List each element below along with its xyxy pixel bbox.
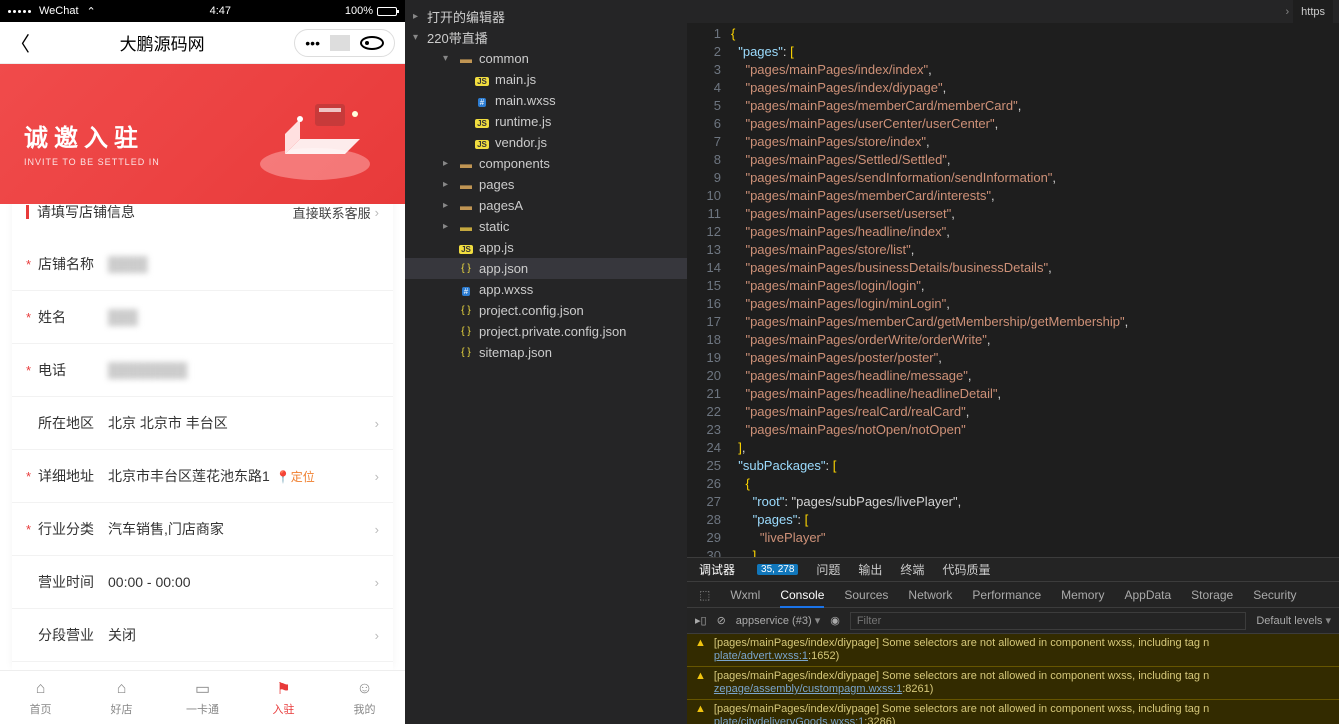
sidebar-toggle-icon[interactable]: ▸▯ (695, 614, 707, 627)
carrier-label: WeChat (39, 5, 79, 17)
hero-banner: 诚邀入驻 INVITE TO BE SETTLED IN (0, 64, 405, 204)
devtab-问题[interactable]: 问题 (816, 561, 840, 578)
devtools: 调试器 35, 278 问题 输出 终端 代码质量 ⬚ Wxml Console Source… (687, 557, 1339, 724)
file-explorer[interactable]: ▸打开的编辑器 ▾220带直播 ▾▬commonJSmain.js#main.w… (405, 0, 687, 724)
panel-tab-Sources[interactable]: Sources (844, 588, 888, 602)
tab-icon: ⚑ (274, 679, 294, 699)
tab-icon: ⌂ (112, 679, 132, 699)
panel-tab-Network[interactable]: Network (908, 588, 952, 602)
tree-section-editors[interactable]: ▸打开的编辑器 (405, 6, 687, 27)
form-row[interactable]: 营业时间00:00 - 00:00› (12, 556, 393, 609)
form-row[interactable]: 分段营业关闭› (12, 609, 393, 662)
contact-support-link[interactable]: 直接联系客服› (293, 203, 379, 222)
tree-item[interactable]: { }sitemap.json (405, 342, 687, 363)
panel-tab-AppData[interactable]: AppData (1124, 588, 1171, 602)
panel-tab-Memory[interactable]: Memory (1061, 588, 1104, 602)
form-row[interactable]: *详细地址北京市丰台区莲花池东路1📍定位› (12, 450, 393, 503)
tree-item[interactable]: ▸▬components (405, 153, 687, 174)
close-mini-icon[interactable] (350, 36, 394, 50)
inspect-icon[interactable]: ⬚ (699, 588, 710, 602)
form-row: *店铺名称████ (12, 238, 393, 291)
devtools-primary-tabs: 调试器 35, 278 问题 输出 终端 代码质量 (687, 558, 1339, 582)
hero-illustration (245, 84, 385, 184)
tree-item[interactable]: ▾▬common (405, 48, 687, 69)
capsule-buttons: ••• (294, 29, 395, 57)
tab-首页[interactable]: ⌂首页 (0, 671, 81, 724)
tree-item[interactable]: JSmain.js (405, 69, 687, 90)
form-row[interactable]: 所在地区北京 北京市 丰台区› (12, 397, 393, 450)
tab-icon: ⌂ (31, 679, 51, 699)
tab-我的[interactable]: ☺我的 (324, 671, 405, 724)
tree-item[interactable]: ▸▬pages (405, 174, 687, 195)
tree-item[interactable]: { }app.json (405, 258, 687, 279)
form-row: *姓名███ (12, 291, 393, 344)
clock: 4:47 (210, 5, 231, 17)
panel-tab-Performance[interactable]: Performance (972, 588, 1041, 602)
tree-item[interactable]: ▸▬pagesA (405, 195, 687, 216)
editor-split-tab[interactable]: https (1293, 0, 1333, 23)
hero-title-en: INVITE TO BE SETTLED IN (24, 157, 160, 167)
console-warning[interactable]: ▲[pages/mainPages/index/diypage] Some se… (687, 634, 1339, 667)
panel-tab-Security[interactable]: Security (1253, 588, 1296, 602)
tab-icon: ▭ (193, 679, 213, 699)
console-warning[interactable]: ▲[pages/mainPages/index/diypage] Some se… (687, 667, 1339, 700)
form-heading: 请填写店铺信息 (37, 202, 135, 222)
battery-icon (377, 7, 397, 16)
more-icon[interactable]: ••• (295, 35, 330, 51)
form-card: 请填写店铺信息 直接联系客服› *店铺名称████*姓名███*电话██████… (12, 186, 393, 670)
nav-title: 大鹏源码网 (120, 30, 205, 55)
warning-icon: ▲ (695, 637, 706, 650)
devtab-输出[interactable]: 输出 (858, 561, 882, 578)
status-bar: WeChat ⌃ 4:47 100% (0, 0, 405, 22)
tree-root[interactable]: ▾220带直播 (405, 27, 687, 48)
back-icon[interactable]: 〈 (10, 28, 30, 57)
tree-item[interactable]: #main.wxss (405, 90, 687, 111)
tree-item[interactable]: JSruntime.js (405, 111, 687, 132)
warning-icon: ▲ (695, 670, 706, 683)
panel-tab-Storage[interactable]: Storage (1191, 588, 1233, 602)
tree-item[interactable]: #app.wxss (405, 279, 687, 300)
tab-一卡通[interactable]: ▭一卡通 (162, 671, 243, 724)
panel-tab-Console[interactable]: Console (780, 582, 824, 608)
signal-dots: WeChat ⌃ (8, 5, 96, 18)
panel-tab-Wxml[interactable]: Wxml (730, 588, 760, 602)
tree-item[interactable]: { }project.private.config.json (405, 321, 687, 342)
tab-icon: ☺ (355, 679, 375, 699)
console-toolbar: ▸▯ ⊘ appservice (#3) ▾ ◉ Default levels … (687, 608, 1339, 634)
nav-bar: 〈 大鹏源码网 ••• (0, 22, 405, 64)
devtab-调试器[interactable]: 调试器 (699, 561, 735, 578)
tab-bar: ⌂首页⌂好店▭一卡通⚑入驻☺我的 (0, 670, 405, 724)
phone-simulator: WeChat ⌃ 4:47 100% 〈 大鹏源码网 ••• 诚邀入驻 INVI… (0, 0, 405, 724)
chevron-right-icon[interactable]: › (1285, 6, 1289, 18)
tree-item[interactable]: { }project.config.json (405, 300, 687, 321)
form-row: *电话████████ (12, 344, 393, 397)
warning-icon: ▲ (695, 703, 706, 716)
eye-icon[interactable]: ◉ (830, 614, 840, 627)
hero-title-cn: 诚邀入驻 (24, 118, 160, 153)
clear-console-icon[interactable]: ⊘ (717, 614, 726, 627)
context-select[interactable]: appservice (#3) ▾ (736, 614, 820, 627)
code-area[interactable]: 1234567891011121314151617181920212223242… (687, 23, 1339, 557)
tree-item[interactable]: JSvendor.js (405, 132, 687, 153)
tab-入驻[interactable]: ⚑入驻 (243, 671, 324, 724)
code-editor: › https 12345678910111213141516171819202… (687, 0, 1339, 724)
wifi-icon: ⌃ (87, 5, 96, 18)
console-output[interactable]: ▲[pages/mainPages/index/diypage] Some se… (687, 634, 1339, 724)
tree-item[interactable]: ▸▬static (405, 216, 687, 237)
devtab-代码质量[interactable]: 代码质量 (942, 561, 990, 578)
devtools-panel-tabs: ⬚ Wxml Console Sources Network Performance Me… (687, 582, 1339, 608)
console-warning[interactable]: ▲[pages/mainPages/index/diypage] Some se… (687, 700, 1339, 724)
tree-item[interactable]: JSapp.js (405, 237, 687, 258)
battery-percent: 100% (345, 5, 373, 17)
console-filter-input[interactable] (850, 612, 1247, 630)
form-row[interactable]: *行业分类汽车销售,门店商家› (12, 503, 393, 556)
cursor-pos: 35, 278 (757, 564, 798, 575)
devtab-终端[interactable]: 终端 (900, 561, 924, 578)
editor-top-bar: › https (687, 0, 1339, 23)
levels-select[interactable]: Default levels ▾ (1256, 614, 1331, 627)
tab-好店[interactable]: ⌂好店 (81, 671, 162, 724)
